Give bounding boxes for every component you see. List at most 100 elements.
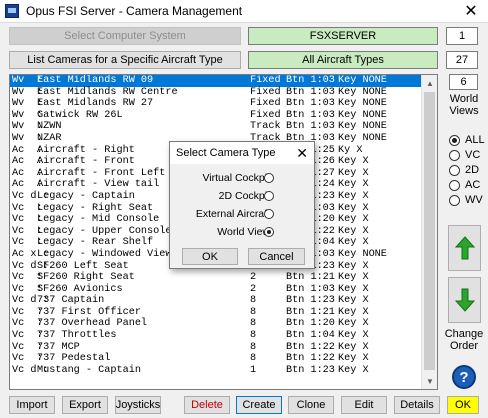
camera-key-binding: Key X bbox=[338, 167, 369, 179]
camera-type: 8 bbox=[250, 318, 257, 330]
camera-row[interactable]: Wv : East Midlands RW 27 Fixed Btn 1:03 Key … bbox=[10, 98, 422, 110]
camera-row[interactable]: Wv : NZWN Track Btn 1:03 Key NONE bbox=[10, 121, 422, 133]
camera-type: 8 bbox=[250, 330, 257, 342]
filter-label: 2D bbox=[465, 164, 480, 176]
camera-row[interactable]: Vc d : Mustang - Captain 1 Btn 1:23 Key X bbox=[10, 365, 422, 377]
ok-button[interactable]: OK bbox=[447, 396, 479, 414]
dialog-title-bar: Select Camera Type ✕ bbox=[170, 142, 314, 164]
dialog-close-icon[interactable]: ✕ bbox=[296, 145, 308, 162]
camera-type-radio[interactable] bbox=[264, 209, 274, 219]
camera-name: NZWN bbox=[37, 121, 62, 133]
world-views-label-2: Views bbox=[449, 105, 479, 117]
list-cameras-aircraft-button[interactable]: List Cameras for a Specific Aircraft Typ… bbox=[9, 51, 241, 69]
create-button[interactable]: Create bbox=[236, 396, 282, 414]
camera-name: Legacy - Rear Shelf bbox=[37, 237, 154, 249]
camera-name: NZAR bbox=[37, 132, 62, 144]
camera-type-radio[interactable] bbox=[264, 227, 274, 237]
camera-type: Fixed bbox=[250, 109, 281, 121]
camera-name: Legacy - Captain bbox=[37, 190, 135, 202]
camera-name: SF260 Right Seat bbox=[37, 272, 135, 284]
camera-row[interactable]: Vc :737 Overhead Panel 8 Btn 1:20 Key X bbox=[10, 318, 422, 330]
list-scrollbar[interactable]: ▲ ▼ bbox=[421, 75, 437, 389]
world-views-label-1: World bbox=[449, 93, 479, 105]
filter-label: AC bbox=[465, 179, 481, 191]
filter-label: ALL bbox=[465, 134, 485, 146]
radio-button[interactable] bbox=[449, 149, 460, 161]
radio-button[interactable] bbox=[449, 194, 460, 206]
edit-button[interactable]: Edit bbox=[341, 396, 387, 414]
camera-name: 737 Throttles bbox=[37, 330, 117, 342]
radio-button[interactable] bbox=[449, 179, 460, 191]
camera-row[interactable]: Wv : Gatwick RW 26L Fixed Btn 1:03 Key NONE bbox=[10, 110, 422, 122]
camera-type-radio[interactable] bbox=[264, 191, 274, 201]
move-down-button[interactable] bbox=[448, 277, 481, 323]
camera-row[interactable]: Vc :737 Pedestal 8 Btn 1:22 Key X bbox=[10, 353, 422, 365]
camera-key-binding: Key NONE bbox=[338, 75, 387, 86]
camera-type-radio[interactable] bbox=[264, 173, 274, 183]
details-button[interactable]: Details bbox=[394, 396, 440, 414]
camera-type: Track bbox=[250, 121, 281, 133]
scroll-up-icon[interactable]: ▲ bbox=[422, 75, 437, 91]
dialog-ok-button[interactable]: OK bbox=[182, 248, 238, 265]
help-icon[interactable]: ? bbox=[452, 365, 476, 389]
camera-key-binding: Key X bbox=[338, 306, 369, 318]
camera-count-field: 27 bbox=[446, 51, 478, 69]
camera-key-binding: Key X bbox=[338, 353, 369, 365]
scroll-down-icon[interactable]: ▼ bbox=[422, 373, 437, 389]
move-up-button[interactable] bbox=[448, 225, 481, 271]
camera-key-binding: Key NONE bbox=[338, 98, 387, 110]
camera-key-binding: Key X bbox=[338, 225, 369, 237]
camera-key-binding: Key X bbox=[338, 295, 369, 307]
camera-row[interactable]: Wv : East Midlands RW 09 Fixed Btn 1:03 Key … bbox=[10, 75, 422, 87]
camera-key-binding: Key NONE bbox=[338, 86, 387, 98]
filter-label: WV bbox=[465, 194, 483, 206]
camera-row[interactable]: Vc :737 First Officer 8 Btn 1:21 Key X bbox=[10, 307, 422, 319]
select-computer-button[interactable]: Select Computer System bbox=[9, 27, 241, 45]
delete-button[interactable]: Delete bbox=[184, 396, 230, 414]
camera-key-binding: Key X bbox=[338, 156, 369, 168]
camera-type: 2 bbox=[250, 272, 257, 284]
joysticks-button[interactable]: Joysticks bbox=[115, 396, 161, 414]
export-button[interactable]: Export bbox=[62, 396, 108, 414]
radio-button[interactable] bbox=[449, 134, 460, 146]
world-views-count: 6 bbox=[449, 74, 478, 90]
filter-option-all[interactable]: ALL bbox=[449, 134, 485, 146]
camera-type-label: Virtual Cockpit bbox=[202, 172, 270, 184]
camera-button-binding: Btn 1:21 bbox=[286, 272, 335, 284]
filter-option-2d[interactable]: 2D bbox=[449, 164, 479, 176]
camera-button-binding: Btn 1:21 bbox=[286, 306, 335, 318]
camera-row[interactable]: Vc d :737 Captain 8 Btn 1:23 Key X bbox=[10, 295, 422, 307]
camera-name: 737 First Officer bbox=[37, 306, 141, 318]
camera-button-binding: Btn 1:23 bbox=[286, 364, 335, 376]
radio-button[interactable] bbox=[449, 164, 460, 176]
camera-button-binding: Btn 1:03 bbox=[286, 75, 335, 86]
filter-option-wv[interactable]: WV bbox=[449, 194, 483, 206]
arrow-up-icon bbox=[454, 236, 475, 260]
camera-key-binding: Key X bbox=[338, 364, 369, 376]
camera-type: Fixed bbox=[250, 98, 281, 110]
camera-button-binding: Btn 1:03 bbox=[286, 121, 335, 133]
camera-type: 8 bbox=[250, 353, 257, 365]
camera-type-label: World View bbox=[217, 226, 270, 238]
camera-row[interactable]: Vc : SF260 Avionics 2 Btn 1:03 Key X bbox=[10, 284, 422, 296]
camera-name: Legacy - Upper Console bbox=[37, 225, 172, 237]
camera-name: Aircraft - Front bbox=[37, 156, 135, 168]
camera-row[interactable]: Wv : East Midlands RW Centre Fixed Btn 1:03… bbox=[10, 87, 422, 99]
camera-row[interactable]: Vc :737 Throttles 8 Btn 1:04 Key X bbox=[10, 330, 422, 342]
camera-key-binding: Key NONE bbox=[338, 109, 387, 121]
clone-button[interactable]: Clone bbox=[288, 396, 334, 414]
filter-option-vc[interactable]: VC bbox=[449, 149, 480, 161]
server-name-field: FSXSERVER bbox=[248, 27, 438, 45]
camera-row[interactable]: Vc :737 MCP 8 Btn 1:22 Key X bbox=[10, 342, 422, 354]
camera-type: 8 bbox=[250, 295, 257, 307]
camera-name: 737 MCP bbox=[37, 341, 80, 353]
import-button[interactable]: Import bbox=[9, 396, 55, 414]
dialog-cancel-button[interactable]: Cancel bbox=[248, 248, 305, 265]
camera-type: Fixed bbox=[250, 86, 281, 98]
camera-row[interactable]: Vc : SF260 Right Seat 2 Btn 1:21 Key X bbox=[10, 272, 422, 284]
close-icon[interactable]: ✕ bbox=[454, 0, 488, 22]
camera-key-binding: Key X bbox=[338, 179, 369, 191]
scroll-thumb[interactable] bbox=[424, 92, 435, 370]
filter-option-ac[interactable]: AC bbox=[449, 179, 480, 191]
camera-button-binding: Btn 1:03 bbox=[286, 98, 335, 110]
